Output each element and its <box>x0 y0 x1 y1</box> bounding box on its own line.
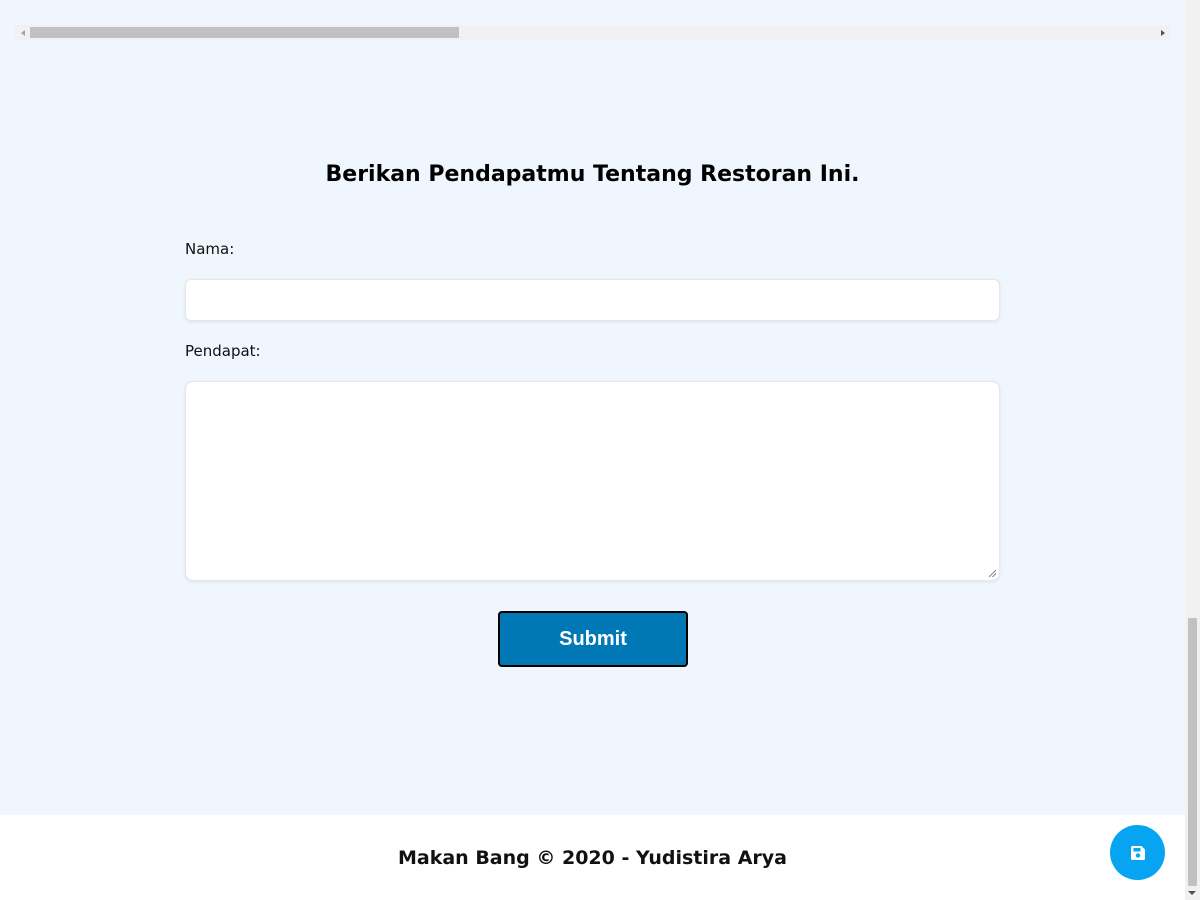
scroll-down-icon[interactable] <box>1188 891 1196 895</box>
footer: Makan Bang © 2020 - Yudistira Arya <box>0 815 1185 900</box>
submit-button[interactable]: Submit <box>498 611 688 667</box>
horizontal-scrollbar[interactable] <box>15 25 1170 40</box>
opinion-label: Pendapat: <box>185 342 261 360</box>
page-title: Berikan Pendapatmu Tentang Restoran Ini. <box>325 162 860 187</box>
resize-handle-icon[interactable] <box>989 570 996 577</box>
save-icon <box>1130 845 1145 860</box>
vertical-scrollbar[interactable] <box>1185 0 1200 900</box>
scroll-left-icon[interactable] <box>15 25 30 40</box>
opinion-textarea[interactable] <box>185 381 1000 581</box>
review-form: Nama: Pendapat: <box>185 240 1000 581</box>
name-input[interactable] <box>185 279 1000 321</box>
horizontal-scroll-thumb[interactable] <box>30 27 459 38</box>
scroll-right-icon[interactable] <box>1155 25 1170 40</box>
main-content: Berikan Pendapatmu Tentang Restoran Ini.… <box>0 0 1185 815</box>
vertical-scroll-thumb[interactable] <box>1188 618 1197 886</box>
name-label: Nama: <box>185 240 235 258</box>
save-button[interactable] <box>1110 825 1165 880</box>
footer-text: Makan Bang © 2020 - Yudistira Arya <box>398 847 787 869</box>
